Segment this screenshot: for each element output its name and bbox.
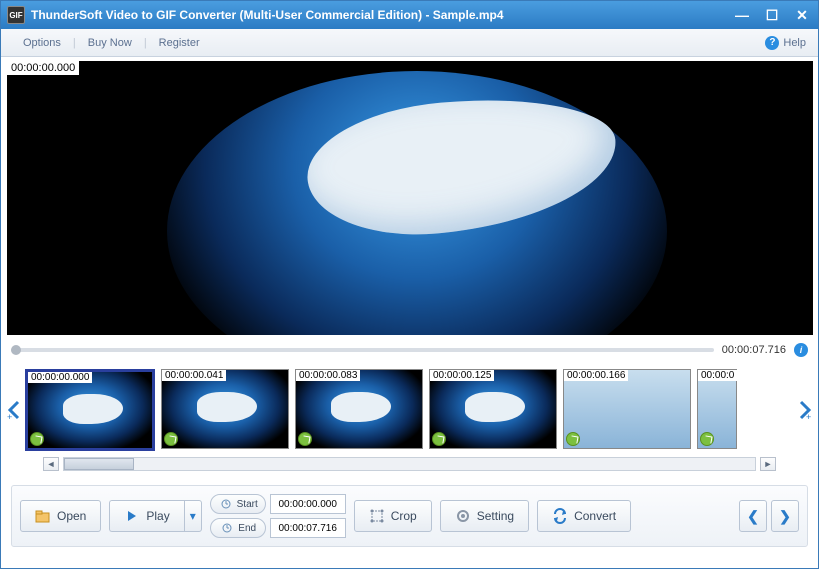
timeline-thumb[interactable] — [11, 345, 21, 355]
app-window: GIF ThunderSoft Video to GIF Converter (… — [0, 0, 819, 569]
thumbnail[interactable]: 00:00:00.083 — [295, 369, 423, 449]
duration-label: 00:00:07.716 — [722, 344, 786, 356]
set-start-button[interactable]: Start — [210, 494, 266, 514]
end-time-field[interactable]: 00:00:07.716 — [270, 518, 346, 538]
end-label: End — [238, 523, 256, 534]
maximize-button[interactable]: ☐ — [762, 6, 782, 24]
frame-nav-group: ❮ ❯ — [739, 500, 799, 532]
thumbnail[interactable]: 00:00:00.000 — [25, 369, 155, 451]
info-icon[interactable]: i — [794, 343, 808, 357]
crop-label: Crop — [391, 509, 417, 523]
thumbnail[interactable]: 00:00:00.166 — [563, 369, 691, 449]
convert-icon — [552, 508, 568, 524]
preview-timestamp: 00:00:00.000 — [7, 61, 79, 75]
svg-text:+: + — [806, 412, 811, 420]
bottom-toolbar: Open Play ▾ Start 00:00:00.000 End — [11, 485, 808, 547]
thumbnail-timestamp: 00:00:0 — [698, 370, 737, 381]
menu-buy-now[interactable]: Buy Now — [78, 37, 142, 49]
crop-icon — [369, 508, 385, 524]
scroll-track[interactable] — [63, 457, 756, 471]
menu-register[interactable]: Register — [149, 37, 210, 49]
thumbnail-timestamp: 00:00:00.000 — [28, 372, 92, 383]
timeline-slider[interactable] — [11, 348, 714, 352]
thumbs-prev-button[interactable]: + — [5, 370, 23, 450]
scroll-right-button[interactable]: ► — [760, 457, 776, 471]
thumbnail-timestamp: 00:00:00.083 — [296, 370, 360, 381]
clock-icon — [700, 432, 714, 446]
clock-icon — [432, 432, 446, 446]
play-dropdown-button[interactable]: ▾ — [184, 500, 202, 532]
setting-label: Setting — [477, 509, 514, 523]
help-icon: ? — [765, 36, 779, 50]
help-label: Help — [783, 37, 806, 49]
clock-icon — [30, 432, 44, 446]
thumbnail-timestamp: 00:00:00.041 — [162, 370, 226, 381]
thumbs-next-button[interactable]: + — [796, 370, 814, 450]
thumbnail[interactable]: 00:00:00.041 — [161, 369, 289, 449]
svg-text:+: + — [7, 412, 12, 420]
thumbnail[interactable]: 00:00:00.125 — [429, 369, 557, 449]
thumbnail-timestamp: 00:00:00.125 — [430, 370, 494, 381]
timeline-row: 00:00:07.716 i — [1, 335, 818, 359]
thumbnails: 00:00:00.000 00:00:00.041 00:00:00.083 00:0… — [25, 369, 794, 451]
close-button[interactable]: ✕ — [792, 6, 812, 24]
thumbnail-timestamp: 00:00:00.166 — [564, 370, 628, 381]
gear-icon — [455, 508, 471, 524]
thumbnail-strip: + 00:00:00.00000:00:00.04100:00:00.08300… — [1, 359, 818, 451]
clock-end-icon — [219, 520, 235, 536]
minimize-button[interactable]: — — [732, 6, 752, 24]
clock-icon — [298, 432, 312, 446]
play-label: Play — [146, 509, 169, 523]
menu-options[interactable]: Options — [13, 37, 71, 49]
open-button[interactable]: Open — [20, 500, 101, 532]
play-button-group: Play ▾ — [109, 500, 201, 532]
clock-icon — [164, 432, 178, 446]
next-frame-button[interactable]: ❯ — [771, 500, 799, 532]
crop-button[interactable]: Crop — [354, 500, 432, 532]
titlebar: GIF ThunderSoft Video to GIF Converter (… — [1, 1, 818, 29]
open-label: Open — [57, 509, 86, 523]
start-time-field[interactable]: 00:00:00.000 — [270, 494, 346, 514]
menubar: Options | Buy Now | Register ? Help — [1, 29, 818, 57]
thumbnail-scrollbar: ◄ ► — [1, 451, 818, 471]
window-title: ThunderSoft Video to GIF Converter (Mult… — [31, 8, 732, 22]
app-icon: GIF — [7, 6, 25, 24]
video-preview[interactable]: 00:00:00.000 — [7, 61, 813, 335]
time-range-group: Start 00:00:00.000 End 00:00:07.716 — [210, 494, 346, 538]
play-icon — [124, 508, 140, 524]
prev-frame-button[interactable]: ❮ — [739, 500, 767, 532]
window-controls: — ☐ ✕ — [732, 6, 812, 24]
folder-icon — [35, 508, 51, 524]
play-button[interactable]: Play — [109, 500, 183, 532]
setting-button[interactable]: Setting — [440, 500, 529, 532]
scroll-thumb[interactable] — [64, 458, 134, 470]
preview-area: 00:00:00.000 — [1, 57, 818, 335]
menu-separator: | — [71, 37, 78, 49]
scroll-left-button[interactable]: ◄ — [43, 457, 59, 471]
clock-icon — [566, 432, 580, 446]
preview-image — [107, 61, 707, 335]
thumbnail[interactable]: 00:00:0 — [697, 369, 737, 449]
set-end-button[interactable]: End — [210, 518, 266, 538]
convert-label: Convert — [574, 509, 616, 523]
convert-button[interactable]: Convert — [537, 500, 631, 532]
menu-help[interactable]: ? Help — [765, 36, 806, 50]
menu-separator: | — [142, 37, 149, 49]
start-label: Start — [237, 499, 258, 510]
clock-start-icon — [218, 496, 234, 512]
